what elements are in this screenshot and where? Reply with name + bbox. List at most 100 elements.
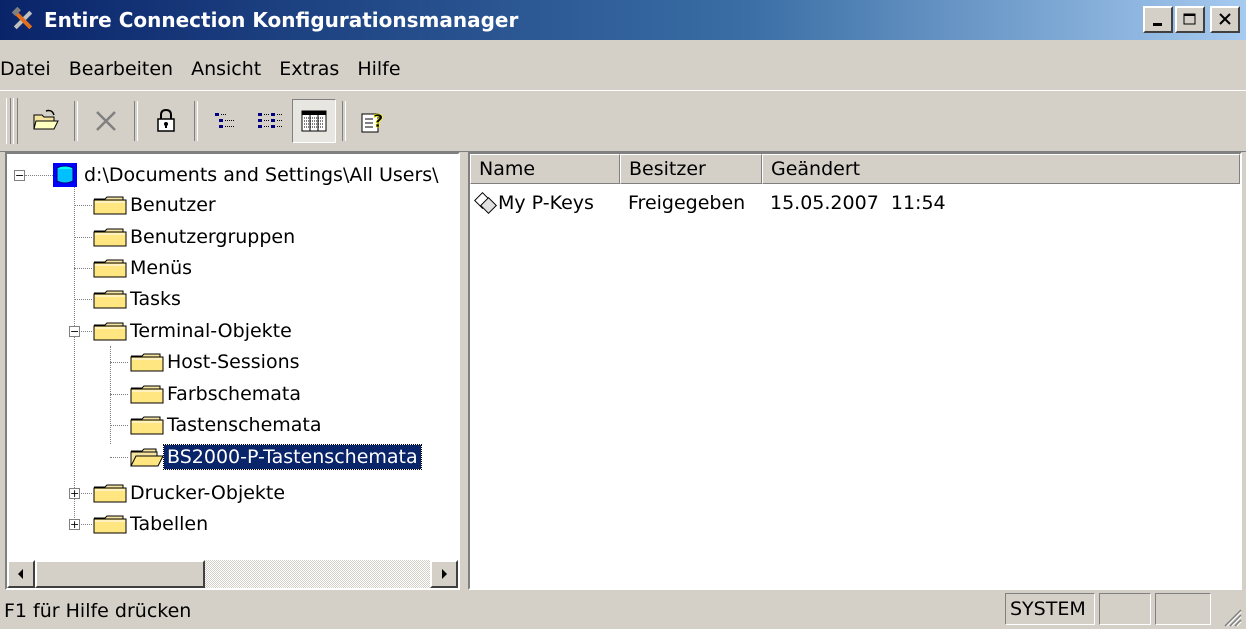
close-button[interactable] <box>1210 6 1240 33</box>
minimize-icon <box>1153 22 1162 26</box>
resize-grip-icon[interactable] <box>1222 607 1242 627</box>
arrow-left-icon <box>18 569 23 579</box>
tree-item-tastenschemata[interactable]: Tastenschemata <box>130 410 325 440</box>
tree-item-menues[interactable]: Menüs <box>93 253 195 283</box>
details-view-button[interactable] <box>248 99 292 143</box>
tree-line <box>110 346 111 444</box>
tree-item-farbschemata[interactable]: Farbschemata <box>130 379 304 409</box>
list-item-name: My P-Keys <box>498 192 594 214</box>
list-header: Name Besitzer Geändert <box>470 154 1240 184</box>
scroll-thumb[interactable] <box>35 560 205 588</box>
list-cell-name: My P-Keys <box>470 192 620 214</box>
tree-item-label: Terminal-Objekte <box>130 320 292 342</box>
tree-root[interactable]: d:\Documents and Settings\All Users\ <box>53 160 442 190</box>
folder-icon <box>93 290 127 309</box>
tree-line <box>110 425 128 426</box>
details-view-icon <box>258 113 282 128</box>
title-bar[interactable]: Entire Connection Konfigurationsmanager <box>0 0 1246 40</box>
toolbar-separator <box>342 101 346 141</box>
tree-item-label: Tabellen <box>130 513 209 535</box>
list-cell-owner: Freigegeben <box>628 192 746 214</box>
folder-icon <box>93 228 127 247</box>
status-panel-user: SYSTEM <box>1005 593 1095 625</box>
menu-bearbeiten[interactable]: Bearbeiten <box>60 58 182 80</box>
tree-item-label: Benutzergruppen <box>130 226 296 248</box>
tree-item-label: Drucker-Objekte <box>130 482 286 504</box>
folder-icon <box>93 196 127 215</box>
folder-icon <box>130 385 164 404</box>
tree-line <box>74 299 92 300</box>
toolbar: ? <box>0 90 1246 152</box>
column-header-geaendert[interactable]: Geändert <box>762 154 1240 184</box>
folder-icon <box>93 515 127 534</box>
tree-line <box>74 268 92 269</box>
tree-item-label: Tasks <box>130 288 181 310</box>
menu-extras[interactable]: Extras <box>270 58 348 80</box>
list-view-button[interactable] <box>204 99 248 143</box>
column-header-name[interactable]: Name <box>470 154 620 184</box>
menu-ansicht[interactable]: Ansicht <box>182 58 270 80</box>
tree-item-label: Benutzer <box>130 194 216 216</box>
scroll-left-button[interactable] <box>7 560 35 588</box>
tree-item-terminal-objekte[interactable]: Terminal-Objekte <box>93 316 295 346</box>
tree-expand-toggle[interactable]: + <box>69 519 80 530</box>
close-icon <box>1219 13 1231 25</box>
tree-line <box>110 394 128 395</box>
tree-collapse-toggle[interactable]: − <box>69 326 80 337</box>
scroll-right-button[interactable] <box>430 560 458 588</box>
folder-icon <box>93 322 127 341</box>
status-bar: F1 für Hilfe drücken SYSTEM <box>0 593 1246 629</box>
tree-line <box>74 205 92 206</box>
tree-line <box>110 457 128 458</box>
tree-item-tasks[interactable]: Tasks <box>93 284 184 314</box>
open-folder-icon <box>130 448 164 467</box>
tree-item-benutzer[interactable]: Benutzer <box>93 190 219 220</box>
config-manager-window: Entire Connection Konfigurationsmanager … <box>0 0 1246 629</box>
svg-text:?: ? <box>373 111 383 132</box>
minimize-button[interactable] <box>1143 6 1173 33</box>
folder-icon <box>130 416 164 435</box>
toolbar-separator <box>74 101 78 141</box>
tree-item-label: Tastenschemata <box>167 414 322 436</box>
tree-line <box>110 362 128 363</box>
list-view[interactable]: Name Besitzer Geändert My P-Keys Freigeg… <box>468 152 1242 590</box>
report-view-button[interactable] <box>292 99 336 143</box>
folder-icon <box>93 259 127 278</box>
keys-icon <box>474 192 497 214</box>
tree-item-benutzergruppen[interactable]: Benutzergruppen <box>93 222 298 252</box>
lock-button[interactable] <box>144 99 188 143</box>
status-text: F1 für Hilfe drücken <box>4 600 192 622</box>
menu-bar: Datei Bearbeiten Ansicht Extras Hilfe <box>0 52 410 86</box>
toolbar-separator <box>134 101 138 141</box>
list-item[interactable]: My P-Keys Freigegeben 15.05.2007 11:54 <box>470 188 1062 218</box>
list-view-icon <box>215 113 234 128</box>
tree-horizontal-scrollbar[interactable] <box>7 560 458 588</box>
tools-icon <box>10 7 36 33</box>
tree-item-label: Menüs <box>130 257 193 279</box>
help-icon: ? <box>361 111 384 133</box>
window-title: Entire Connection Konfigurationsmanager <box>44 8 519 32</box>
open-folder-icon <box>33 109 59 130</box>
menu-datei[interactable]: Datei <box>0 58 60 80</box>
folder-icon <box>93 484 127 503</box>
delete-button[interactable] <box>84 99 128 143</box>
folder-icon <box>130 353 164 372</box>
tree-item-tabellen[interactable]: Tabellen <box>93 509 211 539</box>
tree-item-bs2000-p-tastenschemata[interactable]: BS2000-P-Tastenschemata <box>130 442 422 472</box>
lock-icon <box>157 108 175 132</box>
tree-line <box>25 175 53 176</box>
maximize-button[interactable] <box>1175 6 1205 33</box>
column-header-besitzer[interactable]: Besitzer <box>620 154 762 184</box>
menu-hilfe[interactable]: Hilfe <box>348 58 409 80</box>
tree-item-host-sessions[interactable]: Host-Sessions <box>130 347 303 377</box>
tree-expand-toggle[interactable]: + <box>69 488 80 499</box>
tree-collapse-toggle[interactable]: − <box>14 170 25 181</box>
tree-view[interactable]: − d:\Documents and Settings\All Users\ B… <box>5 152 460 590</box>
database-icon <box>53 163 77 187</box>
tree-item-drucker-objekte[interactable]: Drucker-Objekte <box>93 478 288 508</box>
open-button[interactable] <box>24 99 68 143</box>
help-button[interactable]: ? <box>352 99 396 143</box>
tree-item-label-selected: BS2000-P-Tastenschemata <box>163 444 422 470</box>
tree-line <box>74 184 75 524</box>
toolbar-grip[interactable] <box>6 98 11 144</box>
